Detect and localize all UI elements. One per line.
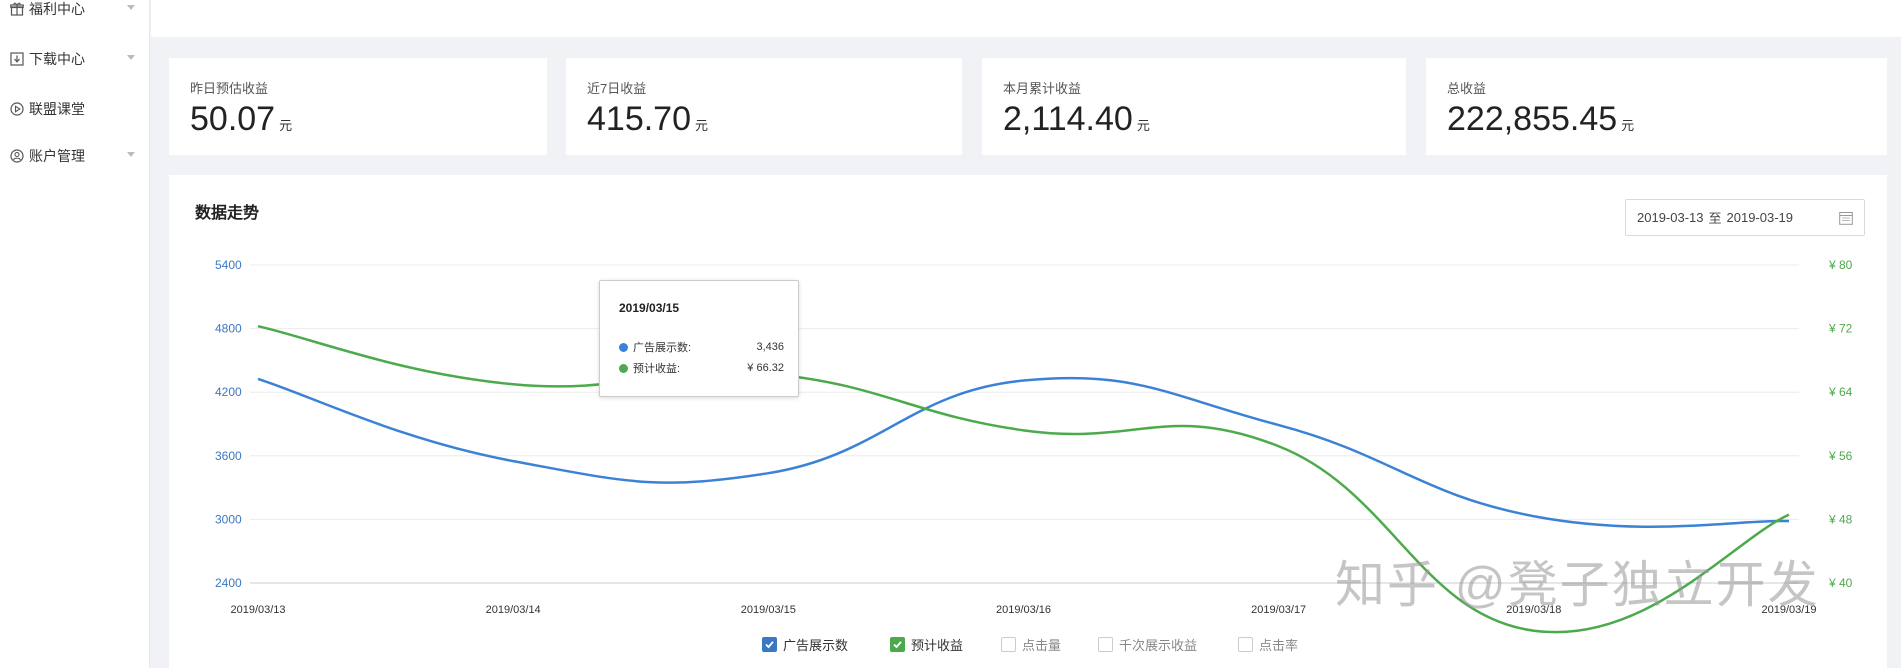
sidebar-item-welfare[interactable]: 福利中心 (10, 0, 135, 22)
y-left-tick-label: 2400 (215, 576, 242, 590)
tooltip-row-value: ¥ 66.32 (747, 362, 784, 374)
checkbox-checked-icon (890, 637, 905, 652)
x-tick-label: 2019/03/13 (230, 604, 285, 616)
chart-tooltip: 2019/03/15 广告展示数: 3,436 预计收益: ¥ 66.32 (599, 280, 799, 397)
stat-card-value: 2,114.40 元 (1003, 102, 1150, 136)
legend-clicks[interactable]: 点击量 (1001, 635, 1061, 654)
sidebar-item-label: 账户管理 (29, 148, 85, 164)
tooltip-row-label: 广告展示数: (633, 342, 692, 354)
stat-card-title: 总收益 (1447, 81, 1487, 96)
top-bar (151, 0, 1901, 37)
legend-label: 千次展示收益 (1119, 638, 1198, 653)
checkbox-checked-icon (762, 637, 777, 652)
y-left-tick-label: 4200 (215, 385, 242, 399)
play-circle-icon (10, 102, 24, 116)
x-tick-label: 2019/03/14 (486, 604, 541, 616)
sidebar: 福利中心 下载中心 联盟课堂 账户管理 (0, 0, 150, 668)
stat-value: 2,114.40 (1003, 100, 1133, 138)
y-left-tick-label: 5400 (215, 258, 242, 272)
legend-ad-impressions[interactable]: 广告展示数 (762, 635, 848, 654)
stat-card-value: 50.07 元 (190, 102, 292, 136)
tooltip-title: 2019/03/15 (619, 301, 680, 315)
legend-ctr[interactable]: 点击率 (1238, 635, 1298, 654)
y-right-tick-label: ¥ 64 (1828, 385, 1853, 399)
checkbox-unchecked-icon (1001, 637, 1016, 652)
user-circle-icon (10, 149, 24, 163)
y-left-tick-label: 3000 (215, 512, 242, 526)
x-tick-label: 2019/03/15 (741, 604, 796, 616)
stat-value: 50.07 (190, 100, 276, 138)
stat-card-title: 昨日预估收益 (190, 81, 269, 96)
stat-unit: 元 (1621, 118, 1635, 133)
tooltip-row: 预计收益: ¥ 66.32 (619, 360, 784, 376)
legend-estimated-revenue[interactable]: 预计收益 (890, 635, 963, 654)
series-dot-icon (619, 363, 628, 373)
sidebar-item-label: 下载中心 (29, 51, 85, 67)
series-line-ad-impressions (257, 376, 1790, 528)
gift-icon (10, 2, 24, 16)
sidebar-item-classroom[interactable]: 联盟课堂 (10, 96, 135, 122)
stat-value: 222,855.45 (1447, 100, 1618, 138)
legend-label: 点击量 (1022, 638, 1062, 653)
legend-label: 预计收益 (911, 638, 964, 653)
chevron-down-icon (127, 152, 135, 157)
chevron-down-icon (127, 5, 135, 10)
tooltip-row-value: 3,436 (756, 341, 784, 353)
watermark-text: 知乎 @凳子独立开发 (1335, 557, 1820, 613)
checkbox-unchecked-icon (1238, 637, 1253, 652)
stat-card-yesterday: 昨日预估收益 50.07 元 (169, 58, 547, 155)
stat-card-7days: 近7日收益 415.70 元 (566, 58, 962, 155)
y-right-tick-label: ¥ 72 (1828, 322, 1853, 336)
y-right-tick-label: ¥ 56 (1828, 449, 1853, 463)
x-tick-label: 2019/03/16 (996, 604, 1051, 616)
y-right-tick-label: ¥ 48 (1828, 512, 1853, 526)
tooltip-row: 广告展示数: 3,436 (619, 339, 784, 355)
stat-card-total: 总收益 222,855.45 元 (1426, 58, 1887, 155)
y-left-tick-label: 3600 (215, 449, 242, 463)
sidebar-item-label: 福利中心 (29, 1, 85, 17)
y-left-tick-label: 4800 (215, 322, 242, 336)
legend-rpm[interactable]: 千次展示收益 (1098, 635, 1197, 654)
stat-value: 415.70 (587, 100, 691, 138)
x-tick-label: 2019/03/17 (1251, 604, 1306, 616)
stat-unit: 元 (1136, 118, 1150, 133)
stat-card-title: 近7日收益 (587, 81, 647, 96)
sidebar-item-label: 联盟课堂 (29, 101, 85, 117)
chevron-down-icon (127, 55, 135, 60)
y-right-tick-label: ¥ 80 (1828, 258, 1853, 272)
sidebar-item-download[interactable]: 下载中心 (10, 46, 135, 72)
stat-unit: 元 (279, 118, 293, 133)
stat-card-value: 222,855.45 元 (1447, 102, 1634, 136)
y-right-tick-label: ¥ 40 (1828, 576, 1853, 590)
tooltip-row-label: 预计收益: (633, 363, 681, 375)
stat-unit: 元 (695, 118, 709, 133)
legend-label: 广告展示数 (783, 638, 849, 653)
download-icon (10, 52, 24, 66)
legend-label: 点击率 (1259, 638, 1299, 653)
stat-card-month: 本月累计收益 2,114.40 元 (982, 58, 1406, 155)
series-dot-icon (619, 342, 628, 352)
stat-card-value: 415.70 元 (587, 102, 708, 136)
sidebar-item-account[interactable]: 账户管理 (10, 143, 135, 169)
stat-card-title: 本月累计收益 (1003, 81, 1082, 96)
checkbox-unchecked-icon (1098, 637, 1113, 652)
